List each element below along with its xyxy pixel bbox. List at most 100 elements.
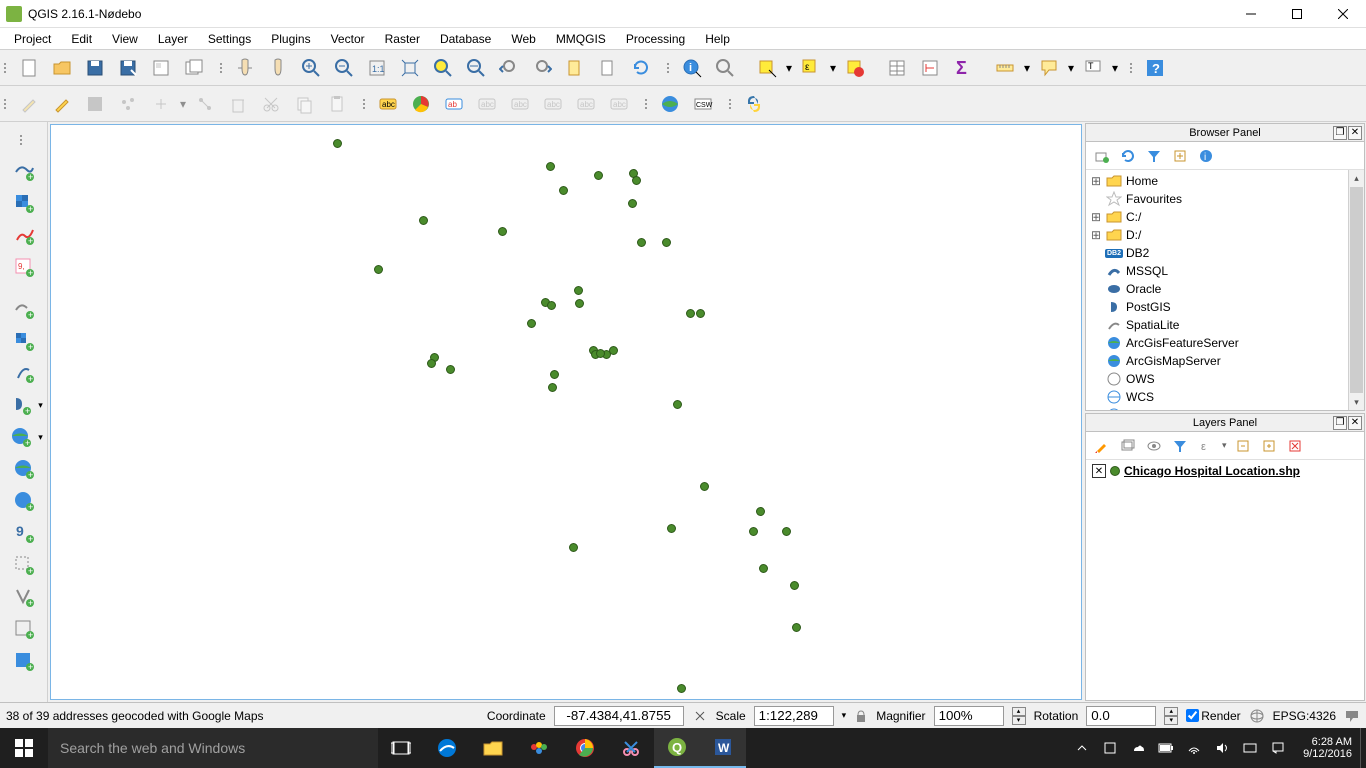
- panel-undock-button[interactable]: ❐: [1333, 126, 1347, 140]
- cut-button[interactable]: [255, 88, 287, 120]
- field-calculator-button[interactable]: [914, 52, 946, 84]
- annotation-button[interactable]: T: [1077, 52, 1109, 84]
- map-point[interactable]: [333, 139, 342, 148]
- move-feature-button[interactable]: [145, 88, 177, 120]
- add-postgis-button[interactable]: +: [4, 390, 38, 420]
- map-point[interactable]: [550, 370, 559, 379]
- toolbar-handle[interactable]: [667, 54, 673, 82]
- zoom-native-button[interactable]: 1:1: [361, 52, 393, 84]
- select-by-expression-button[interactable]: ε: [795, 52, 827, 84]
- measure-dropdown[interactable]: ▾: [1022, 61, 1032, 75]
- collapse-all-icon[interactable]: [1259, 436, 1279, 456]
- add-oracle-button[interactable]: +: [7, 614, 41, 644]
- add-virtual2-button[interactable]: +: [7, 582, 41, 612]
- render-checkbox[interactable]: [1186, 709, 1199, 722]
- browser-tree-item[interactable]: SpatiaLite: [1088, 316, 1362, 334]
- tree-expander-icon[interactable]: ⊞: [1090, 174, 1102, 188]
- add-group-icon[interactable]: [1118, 436, 1138, 456]
- map-point[interactable]: [673, 400, 682, 409]
- add-feature-button[interactable]: [112, 88, 144, 120]
- collapse-icon[interactable]: [1170, 146, 1190, 166]
- composer-manager-button[interactable]: [178, 52, 210, 84]
- help-button[interactable]: ?: [1139, 52, 1171, 84]
- toolbar-handle[interactable]: [4, 54, 10, 82]
- spin-down[interactable]: ▾: [1164, 716, 1178, 725]
- attribute-table-button[interactable]: [881, 52, 913, 84]
- menu-help[interactable]: Help: [695, 30, 740, 48]
- visibility-icon[interactable]: [1144, 436, 1164, 456]
- current-edits-button[interactable]: [46, 88, 78, 120]
- measure-button[interactable]: [989, 52, 1021, 84]
- label-layer-button[interactable]: abc: [372, 88, 404, 120]
- scrollbar-vertical[interactable]: ▴ ▾: [1348, 170, 1364, 410]
- maximize-button[interactable]: [1274, 0, 1320, 28]
- tree-expander-icon[interactable]: ⊞: [1090, 228, 1102, 242]
- tray-wifi-icon[interactable]: [1185, 739, 1203, 757]
- add-virtual-button[interactable]: +: [7, 550, 41, 580]
- node-tool-button[interactable]: [189, 88, 221, 120]
- action-button[interactable]: [709, 52, 741, 84]
- map-point[interactable]: [569, 543, 578, 552]
- dropdown-icon[interactable]: ▾: [38, 432, 43, 443]
- browser-tree-item[interactable]: ArcGisMapServer: [1088, 352, 1362, 370]
- map-point[interactable]: [677, 684, 686, 693]
- pan-to-selection-button[interactable]: [262, 52, 294, 84]
- select-features-button[interactable]: [751, 52, 783, 84]
- statistics-button[interactable]: Σ: [947, 52, 979, 84]
- zoom-out-button[interactable]: [328, 52, 360, 84]
- coordinate-input[interactable]: [554, 706, 684, 726]
- add-delimited-text-button[interactable]: 9,+: [7, 252, 41, 282]
- map-point[interactable]: [632, 176, 641, 185]
- tray-onedrive-icon[interactable]: [1129, 739, 1147, 757]
- toolbar-handle[interactable]: [645, 90, 651, 118]
- scroll-thumb[interactable]: [1350, 187, 1363, 393]
- menu-web[interactable]: Web: [501, 30, 545, 48]
- copy-button[interactable]: [288, 88, 320, 120]
- word-app-icon[interactable]: W: [700, 728, 746, 768]
- refresh-button[interactable]: [625, 52, 657, 84]
- scroll-up-button[interactable]: ▴: [1349, 170, 1364, 186]
- zoom-to-selection-button[interactable]: [427, 52, 459, 84]
- map-point[interactable]: [628, 199, 637, 208]
- spin-up[interactable]: ▴: [1164, 707, 1178, 716]
- remove-layer-icon[interactable]: [1285, 436, 1305, 456]
- map-point[interactable]: [559, 186, 568, 195]
- new-vector-button[interactable]: +: [7, 294, 41, 324]
- refresh-icon[interactable]: [1118, 146, 1138, 166]
- add-vector-layer-button[interactable]: +: [7, 156, 41, 186]
- menu-database[interactable]: Database: [430, 30, 501, 48]
- browser-tree-item[interactable]: WWFS: [1088, 406, 1362, 410]
- map-point[interactable]: [700, 482, 709, 491]
- map-point[interactable]: [419, 216, 428, 225]
- add-mssql-button[interactable]: +: [7, 646, 41, 676]
- expand-all-icon[interactable]: [1233, 436, 1253, 456]
- label-pin-button[interactable]: abc: [471, 88, 503, 120]
- browser-tree-item[interactable]: ⊞C:/: [1088, 208, 1362, 226]
- toolbar-handle[interactable]: [220, 54, 226, 82]
- taskbar-search-input[interactable]: Search the web and Windows: [48, 728, 378, 768]
- tray-volume-icon[interactable]: [1213, 739, 1231, 757]
- csw-button[interactable]: CSW: [687, 88, 719, 120]
- nbc-icon[interactable]: [516, 728, 562, 768]
- label-change-button[interactable]: abc: [603, 88, 635, 120]
- toolbar-handle[interactable]: [4, 90, 10, 118]
- menu-settings[interactable]: Settings: [198, 30, 261, 48]
- menu-edit[interactable]: Edit: [61, 30, 102, 48]
- zoom-full-button[interactable]: [394, 52, 426, 84]
- rotation-input[interactable]: [1086, 706, 1156, 726]
- toggle-extents-icon[interactable]: [692, 708, 708, 724]
- browser-tree-item[interactable]: PostGIS: [1088, 298, 1362, 316]
- snipping-tool-icon[interactable]: [608, 728, 654, 768]
- map-point[interactable]: [596, 349, 605, 358]
- annotation-dropdown[interactable]: ▾: [1110, 61, 1120, 75]
- map-point[interactable]: [662, 238, 671, 247]
- save-edits-button[interactable]: [79, 88, 111, 120]
- map-tips-button[interactable]: [1033, 52, 1065, 84]
- map-point[interactable]: [427, 359, 436, 368]
- paste-button[interactable]: [321, 88, 353, 120]
- map-point[interactable]: [637, 238, 646, 247]
- add-csv-button[interactable]: 9+: [7, 518, 41, 548]
- add-wfs-button[interactable]: +: [7, 486, 41, 516]
- crs-icon[interactable]: [1249, 708, 1265, 724]
- tray-dropbox-icon[interactable]: [1101, 739, 1119, 757]
